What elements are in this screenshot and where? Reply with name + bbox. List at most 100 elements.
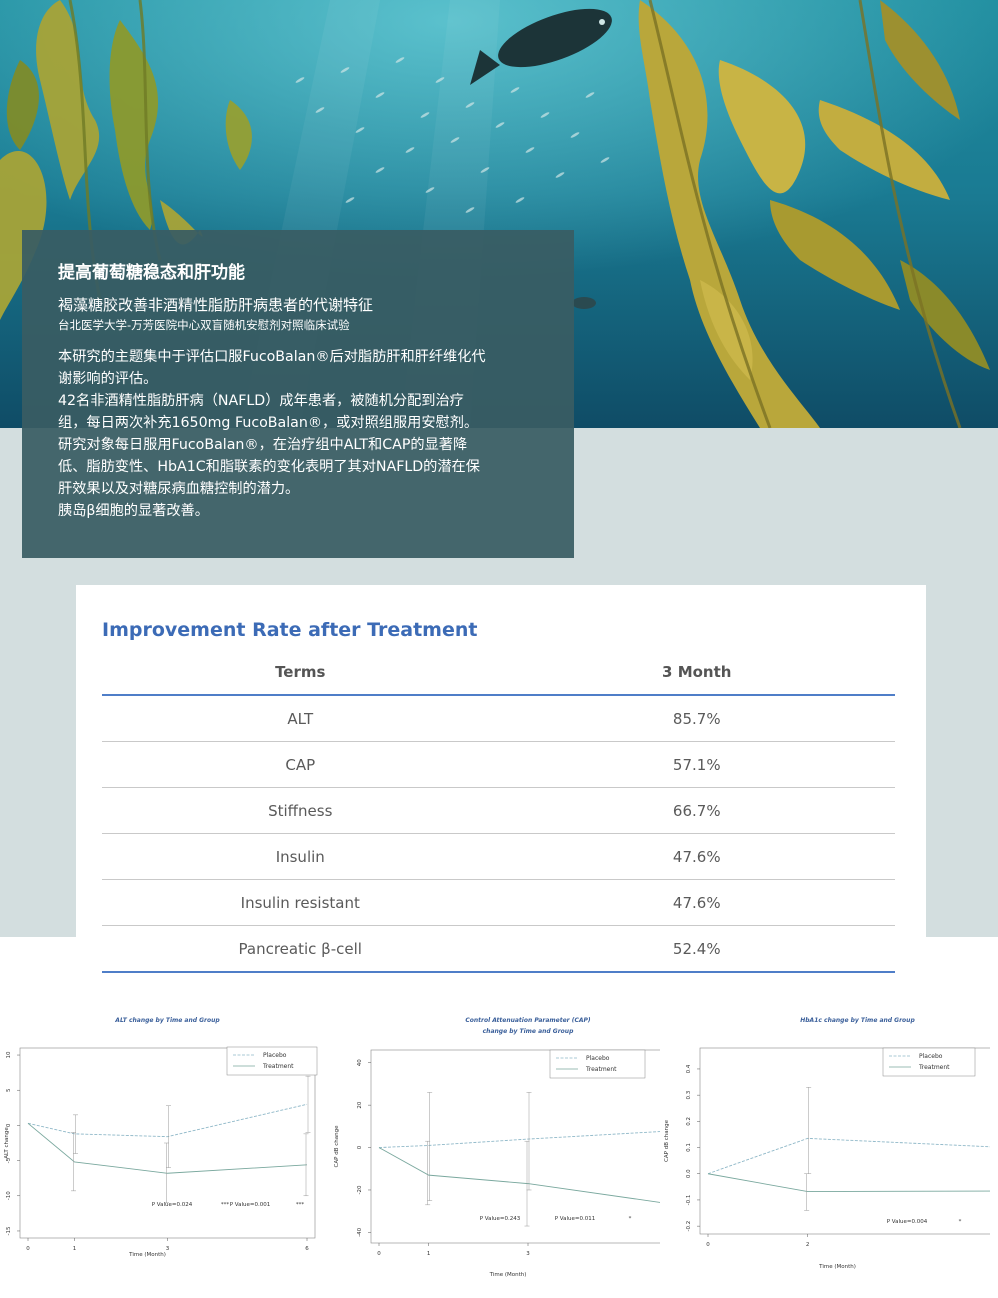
p-value-annotation: *** [296, 1202, 305, 1208]
intro-title: 提高葡萄糖稳态和肝功能 [58, 263, 245, 283]
header-3-month: 3 Month [662, 663, 732, 681]
row-value: 57.1% [672, 755, 721, 774]
y-tick-label: -40 [357, 1227, 363, 1236]
p-value-annotation: * [629, 1216, 632, 1222]
legend-label: Treatment [585, 1066, 617, 1073]
table-row: Pancreatic β-cell 52.4% [102, 926, 895, 973]
series-line-treatment [27, 1122, 308, 1174]
row-value: 47.6% [672, 893, 721, 912]
legend-label: Treatment [918, 1064, 950, 1071]
y-tick-label: 0.3 [686, 1090, 692, 1099]
row-term: Pancreatic β-cell [238, 939, 362, 958]
y-tick-label: -20 [357, 1185, 363, 1194]
chart-svg: ALT change by Time and Group-15-10-50510… [4, 1017, 318, 1258]
intro-source: 台北医学大学-万芳医院中心双盲随机安慰剂对照临床试验 [58, 318, 350, 332]
x-axis-label: Time (Month) [128, 1252, 166, 1258]
legend-label: Placebo [919, 1053, 943, 1060]
y-axis-label: ALT change [4, 1127, 10, 1159]
series-line-placebo [27, 1103, 308, 1138]
intro-body-line: 组，每日两次补充1650mg FucoBalan®，或对照组服用安慰剂。 [58, 415, 479, 431]
legend-label: Placebo [263, 1052, 287, 1059]
p-value-annotation: P Value=0.243 [480, 1216, 521, 1222]
x-tick-label: 3 [526, 1251, 530, 1257]
header-terms: Terms [275, 663, 326, 681]
y-tick-label: 0 [6, 1123, 12, 1127]
legend-label: Treatment [262, 1063, 294, 1070]
row-term: CAP [285, 755, 316, 774]
series-line-treatment [378, 1147, 660, 1203]
y-tick-label: -0.1 [686, 1195, 692, 1206]
intro-body-line: 低、脂肪变性、HbA1C和脂联素的变化表明了其对NAFLD的潜在保 [58, 459, 480, 475]
table-row: Stiffness 66.7% [102, 788, 895, 834]
p-value-annotation: P Value=0.011 [555, 1216, 596, 1222]
table-title: Improvement Rate after Treatment [102, 619, 478, 641]
x-tick-label: 0 [706, 1242, 710, 1248]
plot-frame [370, 1049, 660, 1244]
intro-body-line: 研究对象每日服用FucoBalan®，在治疗组中ALT和CAP的显著降 [58, 437, 468, 453]
y-axis-label: CAP dB change [334, 1125, 340, 1168]
p-value-annotation: P Value=0.004 [887, 1219, 928, 1225]
y-tick-label: 20 [357, 1101, 363, 1108]
y-tick-label: -0.2 [686, 1221, 692, 1232]
table-row: Insulin 47.6% [102, 834, 895, 880]
intro-subtitle: 褐藻糖胶改善非酒精性脂肪肝病患者的代谢特征 [58, 296, 374, 314]
intro-body-line: 胰岛β细胞的显著改善。 [58, 503, 209, 519]
alt-change-chart: ALT change by Time and Group -15 -10 -5 0 5 10… [0, 1010, 330, 1270]
chart-title: HbA1c change by Time and Group [800, 1017, 915, 1024]
intro-panel: 提高葡萄糖稳态和肝功能 褐藻糖胶改善非酒精性脂肪肝病患者的代谢特征 台北医学大学… [22, 230, 574, 558]
chart-title: change by Time and Group [483, 1028, 574, 1035]
p-value-annotation: P Value=0.024 [152, 1202, 193, 1208]
row-value: 47.6% [672, 847, 721, 866]
y-tick-label: 0.4 [686, 1064, 692, 1073]
x-tick-label: 6 [305, 1246, 309, 1252]
y-axis-label: CAP dB change [664, 1119, 670, 1162]
y-tick-label: -15 [6, 1226, 12, 1235]
row-term: ALT [287, 709, 314, 728]
table-row: ALT 85.7% [102, 696, 895, 742]
row-value: 85.7% [672, 709, 721, 728]
table-row: CAP 57.1% [102, 742, 895, 788]
x-tick-label: 2 [806, 1242, 810, 1248]
series-line-treatment [707, 1173, 990, 1193]
p-value-annotation: *** [221, 1202, 230, 1208]
x-tick-label: 0 [26, 1246, 30, 1252]
y-tick-label: 5 [6, 1088, 12, 1092]
table-row: Insulin resistant 47.6% [102, 880, 895, 926]
x-tick-label: 3 [166, 1246, 170, 1252]
improvement-table: Terms 3 Month ALT 85.7% CAP 57.1% Stiffn… [102, 650, 895, 973]
x-tick-label: 1 [73, 1246, 77, 1252]
chart-svg: HbA1c change by Time and Group -0.2 -0.1 0.… [664, 1017, 990, 1270]
y-tick-label: 0.0 [686, 1169, 692, 1178]
series-line-placebo [707, 1137, 990, 1175]
row-term: Stiffness [268, 801, 333, 820]
y-tick-label: 40 [357, 1059, 363, 1066]
y-tick-label: 0 [357, 1145, 363, 1149]
cap-change-chart: Control Attenuation Parameter (CAP) chang… [330, 1010, 660, 1290]
chart-svg: Control Attenuation Parameter (CAP) chang… [334, 1017, 660, 1278]
row-term: Insulin [275, 847, 325, 866]
x-tick-label: 1 [427, 1251, 431, 1257]
row-value: 52.4% [672, 939, 721, 958]
x-axis-label: Time (Month) [818, 1264, 856, 1270]
row-value: 66.7% [672, 801, 721, 820]
legend-label: Placebo [586, 1055, 610, 1062]
row-term: Insulin resistant [240, 893, 360, 912]
y-tick-label: -10 [6, 1191, 12, 1200]
table-header: Terms 3 Month [102, 650, 895, 696]
intro-body-line: 42名非酒精性脂肪肝病（NAFLD）成年患者，被随机分配到治疗 [58, 393, 464, 409]
y-tick-label: 0.1 [686, 1143, 692, 1152]
x-tick-label: 0 [377, 1251, 381, 1257]
intro-body-line: 肝效果以及对糖尿病血糖控制的潜力。 [58, 481, 300, 497]
intro-body-line: 谢影响的评估。 [58, 371, 158, 387]
intro-body: 本研究的主题集中于评估口服FucoBalan®后对脂肪肝和肝纤维化代 谢影响的评… [58, 346, 538, 522]
p-value-annotation: * [959, 1219, 962, 1225]
y-tick-label: 10 [6, 1051, 12, 1058]
intro-body-line: 本研究的主题集中于评估口服FucoBalan®后对脂肪肝和肝纤维化代 [58, 349, 486, 365]
p-value-annotation: P Value=0.001 [230, 1202, 271, 1208]
x-axis-label: Time (Month) [489, 1272, 527, 1278]
y-tick-label: 0.2 [686, 1117, 692, 1126]
hba1c-change-chart: HbA1c change by Time and Group -0.2 -0.1 0.… [660, 1010, 990, 1280]
chart-title: ALT change by Time and Group [114, 1017, 220, 1024]
series-line-placebo [378, 1131, 660, 1149]
chart-title: Control Attenuation Parameter (CAP) [465, 1017, 591, 1024]
